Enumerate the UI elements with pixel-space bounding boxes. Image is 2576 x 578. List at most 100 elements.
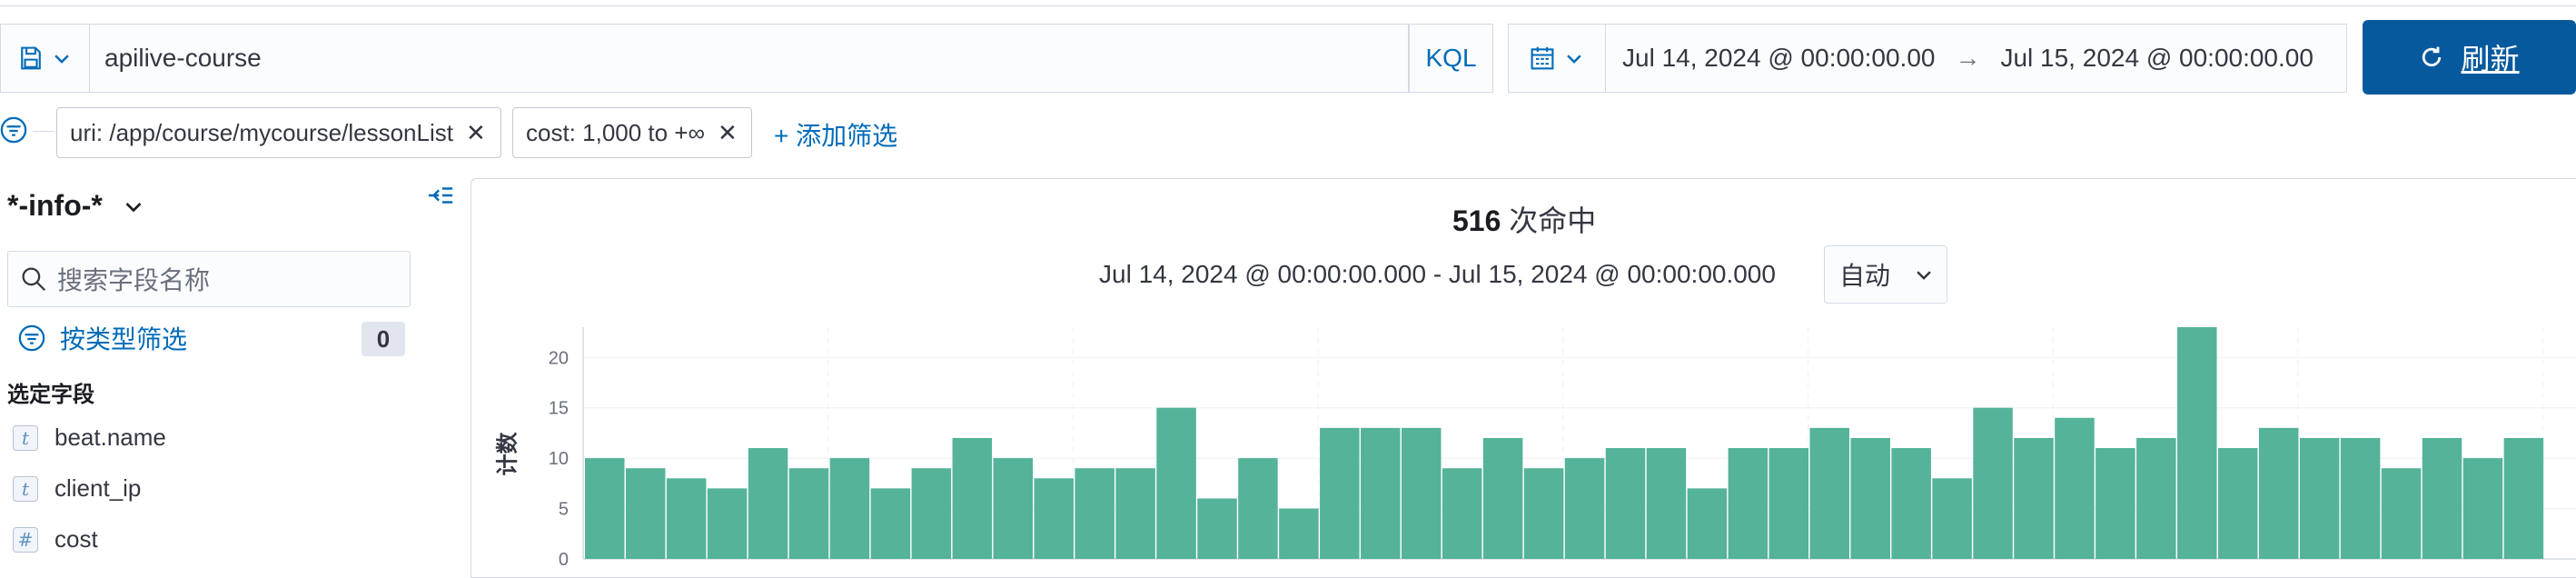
selected-fields-heading: 选定字段: [7, 383, 94, 407]
histogram-bar[interactable]: [1115, 468, 1155, 559]
histogram-bar[interactable]: [2218, 448, 2258, 559]
saved-query-button[interactable]: [0, 24, 89, 93]
histogram-bar[interactable]: [2381, 468, 2422, 559]
string-type-icon: t: [13, 424, 38, 451]
histogram-bar[interactable]: [1891, 448, 1931, 559]
histogram-bar[interactable]: [748, 448, 788, 559]
histogram-bar[interactable]: [2177, 327, 2217, 559]
histogram-bar[interactable]: [870, 488, 911, 559]
date-quick-menu-button[interactable]: [1508, 24, 1606, 93]
index-pattern-selector[interactable]: *-info-*: [7, 189, 144, 223]
histogram-bar[interactable]: [1156, 407, 1196, 559]
histogram-bar[interactable]: [1279, 508, 1319, 559]
histogram-bar[interactable]: [1197, 498, 1237, 559]
histogram-bar[interactable]: [625, 468, 666, 559]
histogram-bar[interactable]: [1361, 427, 1401, 559]
close-icon[interactable]: ✕: [718, 119, 738, 147]
interval-value: 自动: [1839, 262, 1891, 290]
hits-number: 516: [1452, 204, 1501, 237]
collapse-sidebar-icon[interactable]: [427, 182, 454, 214]
filter-icon: [18, 324, 45, 352]
refresh-icon: [2422, 46, 2442, 67]
histogram-bar[interactable]: [2340, 437, 2381, 559]
histogram-bar[interactable]: [1482, 437, 1523, 559]
histogram-bar[interactable]: [2055, 417, 2095, 559]
field-name: cost: [54, 525, 98, 553]
y-tick-label: 15: [549, 399, 569, 419]
histogram-bar[interactable]: [1238, 458, 1278, 559]
field-item[interactable]: t client_ip: [13, 474, 141, 503]
field-search-input[interactable]: 搜索字段名称: [7, 251, 411, 307]
field-item[interactable]: # cost: [13, 525, 98, 553]
histogram-bar[interactable]: [1769, 448, 1809, 559]
histogram-bar[interactable]: [911, 468, 952, 559]
query-language-label: KQL: [1425, 44, 1477, 72]
histogram-bar[interactable]: [1850, 437, 1890, 559]
interval-select[interactable]: 自动: [1824, 245, 1947, 304]
histogram-bar[interactable]: [2014, 437, 2054, 559]
date-arrow: →: [1955, 44, 1981, 72]
y-tick-label: 20: [549, 348, 569, 368]
histogram-bar[interactable]: [1973, 407, 2013, 559]
histogram-bar[interactable]: [707, 488, 748, 559]
histogram-bar[interactable]: [2462, 458, 2503, 559]
add-filter-link[interactable]: + 添加筛选: [774, 116, 897, 153]
filter-pill-label: cost: 1,000 to +∞: [526, 118, 706, 146]
index-pattern-name: *-info-*: [7, 189, 103, 222]
histogram-bar[interactable]: [2503, 437, 2544, 559]
query-input[interactable]: apilive-course: [89, 24, 1409, 93]
filter-by-type-label: 按类型筛选: [60, 325, 188, 354]
histogram-bar[interactable]: [1687, 488, 1728, 559]
field-item[interactable]: t beat.name: [13, 424, 166, 452]
histogram-bar[interactable]: [1075, 468, 1115, 559]
chevron-down-icon: [54, 55, 69, 64]
histogram-bar[interactable]: [666, 478, 707, 559]
histogram-bar[interactable]: [2095, 448, 2135, 559]
histogram-bar[interactable]: [1809, 427, 1850, 559]
filter-pill-uri[interactable]: uri: /app/course/mycourse/lessonList ✕: [56, 107, 501, 158]
query-language-button[interactable]: KQL: [1409, 24, 1493, 93]
histogram-bar[interactable]: [2136, 437, 2176, 559]
filter-pill-cost[interactable]: cost: 1,000 to +∞ ✕: [512, 107, 752, 158]
calendar-icon: [1531, 46, 1554, 70]
search-placeholder: 搜索字段名称: [57, 266, 211, 294]
top-border: [0, 0, 2576, 6]
save-icon: [20, 46, 41, 70]
histogram-bar[interactable]: [2422, 437, 2462, 559]
histogram-bar[interactable]: [2258, 427, 2299, 559]
refresh-button[interactable]: 刷新: [2363, 20, 2576, 95]
histogram-bar[interactable]: [585, 458, 625, 559]
histogram-bar[interactable]: [1320, 427, 1360, 559]
hits-count: 516 次命中: [1452, 198, 1596, 240]
histogram-bar[interactable]: [1646, 448, 1687, 559]
histogram-bar[interactable]: [1523, 468, 1564, 559]
histogram-bar[interactable]: [829, 458, 870, 559]
field-name: beat.name: [54, 424, 166, 451]
filter-menu-icon[interactable]: [0, 116, 27, 144]
chevron-down-icon: [1917, 271, 1931, 280]
y-tick-label: 5: [559, 500, 569, 520]
histogram-bar[interactable]: [1034, 478, 1074, 559]
end-date[interactable]: Jul 15, 2024 @ 00:00:00.00: [2000, 44, 2313, 73]
close-icon[interactable]: ✕: [466, 119, 486, 147]
histogram-bar[interactable]: [788, 468, 829, 559]
histogram-bar[interactable]: [2299, 437, 2340, 559]
histogram-bar[interactable]: [1728, 448, 1769, 559]
chevron-down-icon: [1567, 55, 1581, 64]
search-icon: [22, 267, 46, 292]
histogram-bar[interactable]: [952, 437, 993, 559]
histogram-bar[interactable]: [1932, 478, 1972, 559]
filter-by-type-button[interactable]: 按类型筛选: [18, 320, 187, 356]
start-date[interactable]: Jul 14, 2024 @ 00:00:00.00: [1622, 44, 1935, 73]
refresh-label: 刷新: [2461, 43, 2520, 75]
histogram-bar[interactable]: [1564, 458, 1605, 559]
query-text: apilive-course: [104, 44, 262, 72]
histogram-chart[interactable]: 0 5 10 15 20: [509, 318, 2576, 569]
histogram-bar[interactable]: [993, 458, 1034, 559]
field-name: client_ip: [54, 474, 142, 502]
date-range-picker[interactable]: Jul 14, 2024 @ 00:00:00.00 → Jul 15, 202…: [1606, 24, 2347, 93]
histogram-bar[interactable]: [1402, 427, 1442, 559]
y-tick-label: 0: [559, 550, 569, 569]
histogram-bar[interactable]: [1442, 468, 1482, 559]
histogram-bar[interactable]: [1605, 448, 1646, 559]
